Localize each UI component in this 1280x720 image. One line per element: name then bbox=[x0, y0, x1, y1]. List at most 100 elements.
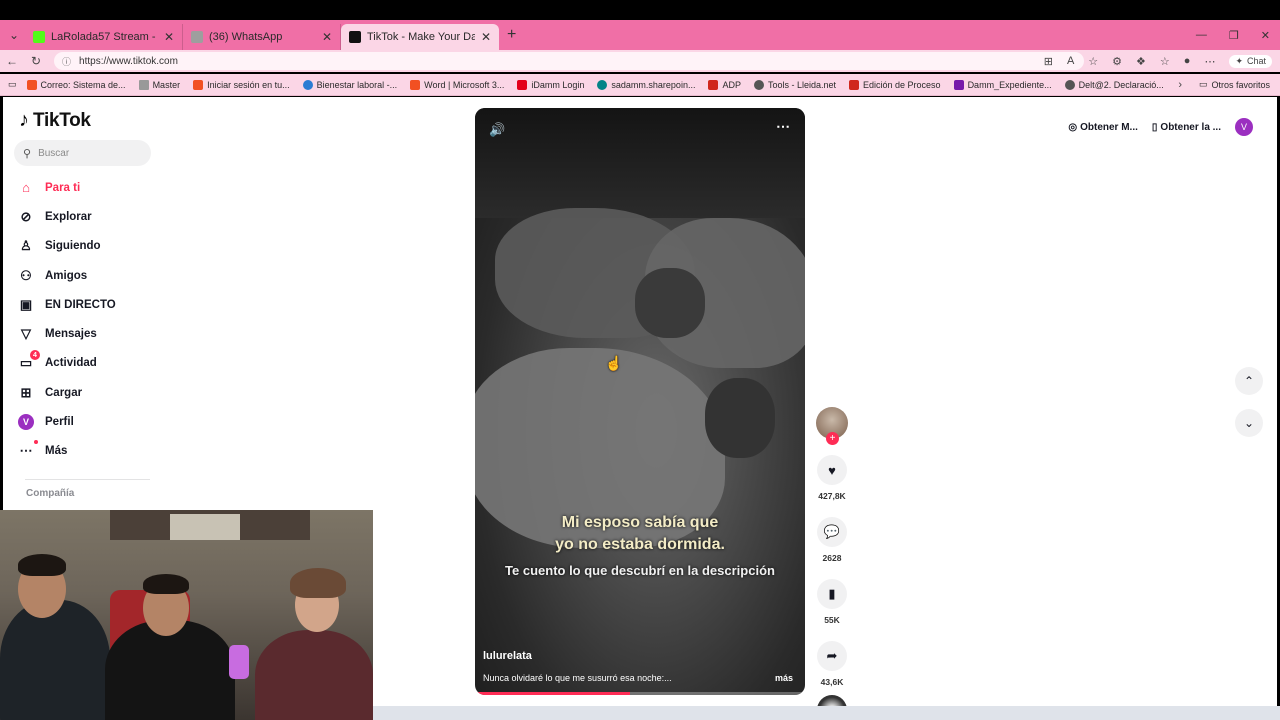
sidebar-item-para-ti[interactable]: ⌂ Para ti bbox=[17, 173, 157, 202]
close-tab-icon[interactable]: ✕ bbox=[481, 30, 491, 44]
bookmark-item[interactable]: Bienestar laboral -... bbox=[302, 79, 397, 90]
heart-icon[interactable]: ♥ bbox=[817, 455, 847, 485]
bookmark-item[interactable]: Master bbox=[138, 79, 181, 90]
bookmark-item[interactable]: Damm_Expediente... bbox=[953, 79, 1052, 90]
tab-whatsapp[interactable]: (36) WhatsApp ✕ bbox=[183, 24, 341, 50]
sidebar-item-mensajes[interactable]: ▽ Mensajes bbox=[17, 319, 157, 348]
get-app-button[interactable]: ▯ Obtener la ... bbox=[1152, 122, 1221, 133]
video-progress-bar[interactable] bbox=[475, 692, 805, 695]
app-available-icon[interactable]: ⊞ bbox=[1044, 55, 1053, 68]
close-tab-icon[interactable]: ✕ bbox=[164, 30, 174, 44]
tab-larolada[interactable]: LaRolada57 Stream - Watch Live o ✕ bbox=[25, 24, 183, 50]
close-tab-icon[interactable]: ✕ bbox=[322, 30, 332, 44]
bookmark-item[interactable]: ADP bbox=[708, 79, 741, 90]
sidebar-item-actividad[interactable]: ▭ 4 Actividad bbox=[17, 349, 157, 378]
favorite-star-icon[interactable]: ☆ bbox=[1088, 55, 1098, 68]
header-actions: ◎ Obtener M... ▯ Obtener la ... V bbox=[1068, 118, 1253, 136]
bookmark-item[interactable]: Iniciar sesión en tu... bbox=[193, 79, 290, 90]
brand-name: TikTok bbox=[33, 109, 91, 131]
following-icon: ♙ bbox=[20, 238, 32, 254]
profile-avatar-icon[interactable]: ● bbox=[1184, 55, 1191, 67]
company-heading[interactable]: Compañía bbox=[26, 488, 74, 499]
new-tab-button[interactable]: + bbox=[507, 26, 516, 44]
url-text: https://www.tiktok.com bbox=[79, 55, 178, 67]
sidebar-item-mas[interactable]: ⋯ Más bbox=[17, 437, 157, 466]
video-author-name[interactable]: lulurelata bbox=[483, 650, 532, 662]
sidebar-item-siguiendo[interactable]: ♙ Siguiendo bbox=[17, 232, 157, 261]
settings-more-icon[interactable]: ⋯ bbox=[1204, 55, 1215, 68]
tab-actions-chevron-icon[interactable]: ⌄ bbox=[3, 24, 25, 46]
bookmark-favicon-icon bbox=[302, 79, 313, 90]
sidebar-item-amigos[interactable]: ⚇ Amigos bbox=[17, 261, 157, 290]
share-count: 43,6K bbox=[820, 677, 844, 687]
webcam-person-hair bbox=[18, 554, 66, 576]
search-icon: ⚲ bbox=[23, 147, 32, 160]
author-avatar[interactable]: + bbox=[816, 407, 848, 445]
more-options-icon[interactable]: ⋯ bbox=[776, 118, 791, 135]
music-disc-icon[interactable] bbox=[817, 695, 847, 706]
search-input[interactable]: ⚲ Buscar bbox=[14, 140, 151, 166]
copilot-chat-button[interactable]: ✦ Chat bbox=[1229, 54, 1272, 68]
extensions-icon[interactable]: ⚙ bbox=[1112, 55, 1122, 68]
video-player[interactable]: 🔊 ⋯ Mi esposo sabía que yo no estaba dor… bbox=[475, 108, 805, 695]
copilot-icon: ✦ bbox=[1235, 55, 1243, 66]
close-window-icon[interactable]: ✕ bbox=[1261, 29, 1270, 42]
notification-badge: 4 bbox=[30, 350, 40, 361]
description-more-link[interactable]: más bbox=[775, 673, 793, 683]
translate-icon[interactable]: A bbox=[1067, 55, 1074, 67]
profile-avatar: V bbox=[18, 414, 34, 431]
like-action[interactable]: ♥ 427,8K bbox=[815, 455, 849, 501]
folder-icon: ▭ bbox=[1198, 79, 1208, 89]
bookmark-label: sadamm.sharepoin... bbox=[611, 79, 696, 90]
bookmark-label: Tools - Lleida.net bbox=[767, 79, 837, 90]
sidebar-item-perfil[interactable]: V Perfil bbox=[17, 407, 157, 436]
sidebar-item-cargar[interactable]: ⊞ Cargar bbox=[17, 378, 157, 407]
back-icon[interactable]: ← bbox=[0, 54, 24, 68]
bookmark-item[interactable]: Delt@2. Declaració... bbox=[1064, 79, 1164, 90]
sidebar-item-explorar[interactable]: ⊘ Explorar bbox=[17, 202, 157, 231]
more-bookmarks-chevron-icon[interactable]: › bbox=[1178, 79, 1182, 91]
tab-tiktok[interactable]: TikTok - Make Your Day ✕ bbox=[341, 24, 499, 50]
upload-icon: ⊞ bbox=[20, 384, 32, 400]
collections-icon[interactable]: ❖ bbox=[1136, 55, 1146, 68]
site-info-icon[interactable]: ⓘ bbox=[62, 55, 71, 68]
more-icon: ⋯ bbox=[17, 440, 38, 460]
bookmark-item[interactable]: sadamm.sharepoin... bbox=[597, 79, 696, 90]
bookmark-item[interactable]: Correo: Sistema de... bbox=[26, 79, 126, 90]
address-bar[interactable]: ⓘ https://www.tiktok.com bbox=[54, 52, 1084, 70]
sidebar-item-en-directo[interactable]: ▣ EN DIRECTO bbox=[17, 290, 157, 319]
sidebar-item-label: Siguiendo bbox=[45, 240, 101, 253]
bookmark-item[interactable]: Edición de Proceso bbox=[849, 79, 941, 90]
share-icon[interactable]: ➦ bbox=[817, 641, 847, 671]
tiktok-logo[interactable]: ♪ TikTok bbox=[19, 109, 91, 132]
get-coins-button[interactable]: ◎ Obtener M... bbox=[1068, 122, 1138, 133]
video-actions: + ♥ 427,8K 💬 2628 ▮ 55K ➦ 43,6K bbox=[815, 407, 849, 706]
comment-icon[interactable]: 💬 bbox=[817, 517, 847, 547]
other-bookmarks[interactable]: ▭ Otros favoritos bbox=[1199, 79, 1270, 90]
like-count: 427,8K bbox=[818, 491, 846, 501]
restore-icon[interactable]: ❐ bbox=[1229, 29, 1239, 42]
next-video-chevron-down-icon[interactable]: ⌄ bbox=[1235, 409, 1263, 437]
bookmark-item[interactable]: Tools - Lleida.net bbox=[753, 79, 837, 90]
search-placeholder: Buscar bbox=[38, 147, 70, 159]
minimize-icon[interactable]: — bbox=[1196, 29, 1207, 41]
follow-plus-icon[interactable]: + bbox=[826, 432, 839, 445]
comment-action[interactable]: 💬 2628 bbox=[815, 517, 849, 563]
sidebar-item-label: Cargar bbox=[45, 386, 83, 399]
previous-video-chevron-up-icon[interactable]: ⌃ bbox=[1235, 367, 1263, 395]
bookmark-label: Master bbox=[152, 79, 181, 90]
live-icon: ▣ bbox=[19, 296, 33, 312]
share-action[interactable]: ➦ 43,6K bbox=[815, 641, 849, 687]
refresh-icon[interactable]: ↻ bbox=[24, 54, 48, 68]
chat-label: Chat bbox=[1246, 56, 1266, 66]
bookmarks-bar: ▭ Correo: Sistema de... Master Iniciar s… bbox=[0, 74, 1280, 96]
bookmark-favicon-icon bbox=[517, 79, 528, 90]
bookmark-icon[interactable]: ▭ bbox=[8, 79, 17, 90]
favorites-icon[interactable]: ☆ bbox=[1160, 55, 1170, 68]
profile-avatar[interactable]: V bbox=[1235, 118, 1253, 136]
bookmark-item[interactable]: Word | Microsoft 3... bbox=[410, 79, 504, 90]
bookmark-icon[interactable]: ▮ bbox=[817, 579, 847, 609]
bookmark-item[interactable]: iDamm Login bbox=[517, 79, 584, 90]
save-action[interactable]: ▮ 55K bbox=[815, 579, 849, 625]
volume-icon[interactable]: 🔊 bbox=[489, 122, 505, 138]
